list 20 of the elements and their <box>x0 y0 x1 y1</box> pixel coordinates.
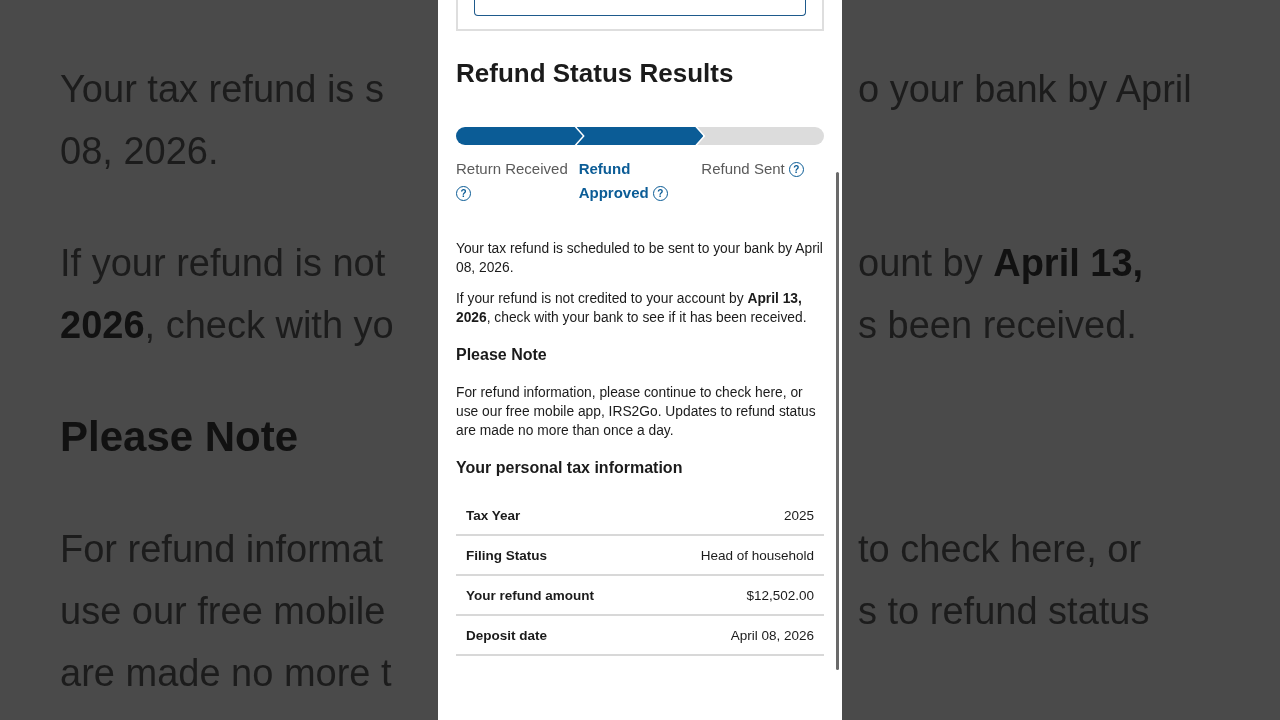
signin-button[interactable] <box>474 0 806 16</box>
row-value: $12,502.00 <box>746 587 814 603</box>
status-message: Your tax refund is scheduled to be sent to your bank by April 08, 2026. <box>456 240 824 277</box>
background-text: Please Note <box>60 412 300 462</box>
row-label: Tax Year <box>466 507 521 523</box>
scrollbar[interactable] <box>836 172 839 670</box>
section-heading: Please Note <box>456 345 548 365</box>
row-value: April 08, 2026 <box>730 627 814 643</box>
status-message: If your refund is not credited to your account by April 13, 2026, check with your bank to see if it has been received. <box>456 290 808 327</box>
page-title: Refund Status Results <box>456 57 735 90</box>
row-label: Your refund amount <box>466 587 594 603</box>
step-label: Refund Approved ? <box>578 160 668 201</box>
note-text: For refund information, please continue to check here, or use our free mobile app, IRS2Go. Updates to refund status are made no more than once a day. <box>456 384 817 440</box>
step-label: Refund Sent ? <box>701 160 804 177</box>
row-value: Head of household <box>700 547 814 563</box>
row-value: 2025 <box>783 507 814 523</box>
step-label: Return Received ? <box>456 160 568 201</box>
row-label: Deposit date <box>466 627 547 643</box>
section-heading: Your personal tax information <box>456 458 684 478</box>
row-label: Filing Status <box>466 547 547 563</box>
